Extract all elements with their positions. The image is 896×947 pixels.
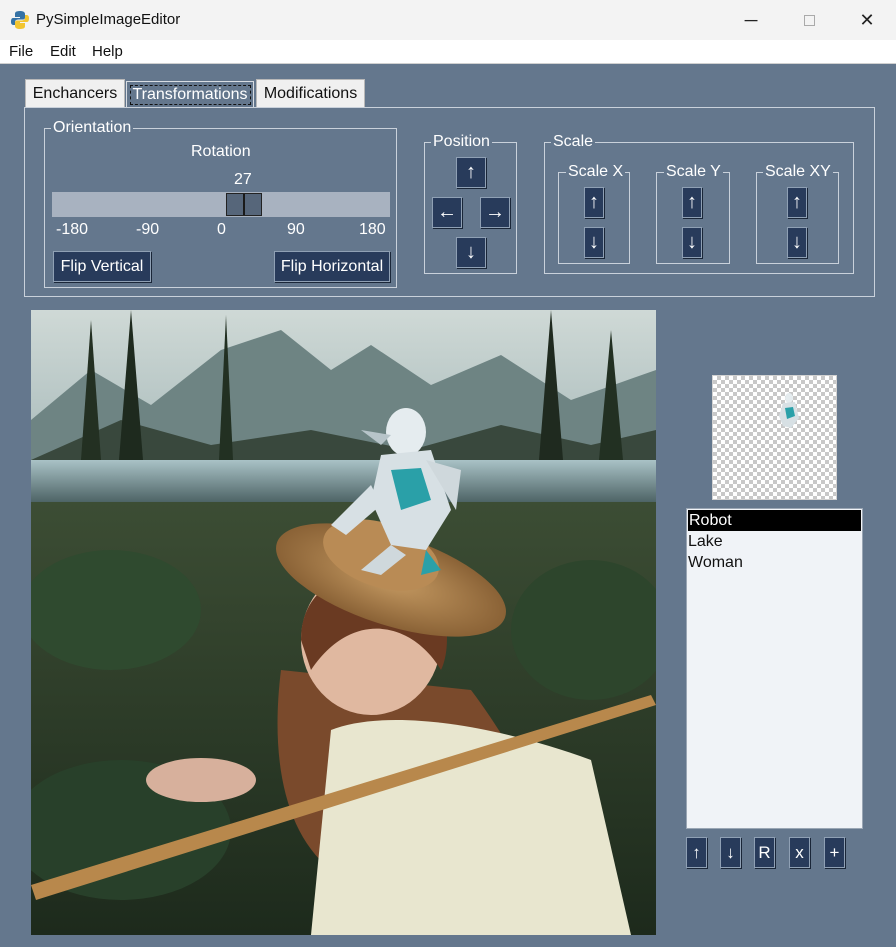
layer-up-button[interactable]: ↑ bbox=[686, 837, 707, 868]
move-right-button[interactable]: → bbox=[480, 197, 510, 228]
woman-layer bbox=[31, 502, 656, 935]
rotation-label: Rotation bbox=[191, 143, 251, 160]
minimize-button[interactable]: ─ bbox=[722, 0, 780, 40]
tick-label: 0 bbox=[217, 221, 226, 238]
tick-label: 180 bbox=[359, 221, 386, 238]
robot-thumbnail bbox=[779, 393, 799, 428]
layer-item-robot[interactable]: Robot bbox=[688, 510, 861, 531]
python-app-icon bbox=[11, 11, 29, 29]
layer-rename-button[interactable]: R bbox=[754, 837, 775, 868]
tick-label: -180 bbox=[56, 221, 89, 238]
scale-y-up-button[interactable]: ↑ bbox=[682, 187, 702, 218]
menu-help[interactable]: Help bbox=[92, 43, 123, 60]
title-bar: PySimpleImageEditor ─ ✕ bbox=[0, 0, 896, 40]
scale-xy-up-button[interactable]: ↑ bbox=[787, 187, 807, 218]
tab-modifications[interactable]: Modifications bbox=[256, 79, 365, 108]
scale-x-label: Scale X bbox=[566, 163, 626, 181]
rotation-slider-handle[interactable] bbox=[226, 193, 262, 216]
window-title: PySimpleImageEditor bbox=[36, 11, 181, 28]
menu-bar: File Edit Help bbox=[0, 40, 896, 64]
flip-vertical-button[interactable]: Flip Vertical bbox=[53, 251, 151, 282]
layer-add-button[interactable]: + bbox=[824, 837, 845, 868]
image-canvas[interactable] bbox=[31, 310, 656, 935]
scale-xy-down-button[interactable]: ↓ bbox=[787, 227, 807, 258]
scale-frame-label: Scale bbox=[551, 133, 596, 151]
layer-preview bbox=[712, 375, 837, 500]
orientation-frame-label: Orientation bbox=[51, 119, 134, 137]
tab-enchancers-label: Enchancers bbox=[32, 85, 118, 102]
layer-item-lake[interactable]: Lake bbox=[687, 531, 862, 552]
tab-transformations[interactable]: Transformations bbox=[126, 81, 254, 108]
scale-x-up-button[interactable]: ↑ bbox=[584, 187, 604, 218]
scale-y-label: Scale Y bbox=[664, 163, 723, 181]
layer-item-woman[interactable]: Woman bbox=[687, 552, 862, 573]
close-button[interactable]: ✕ bbox=[838, 0, 896, 40]
layer-down-button[interactable]: ↓ bbox=[720, 837, 741, 868]
move-up-button[interactable]: ↑ bbox=[456, 157, 486, 188]
move-down-button[interactable]: ↓ bbox=[456, 237, 486, 268]
tab-transformations-label: Transformations bbox=[129, 85, 251, 105]
scale-y-down-button[interactable]: ↓ bbox=[682, 227, 702, 258]
scale-x-down-button[interactable]: ↓ bbox=[584, 227, 604, 258]
tick-label: 90 bbox=[287, 221, 305, 238]
menu-file[interactable]: File bbox=[9, 43, 33, 60]
tick-label: -90 bbox=[136, 221, 160, 238]
maximize-icon bbox=[803, 14, 815, 26]
flip-horizontal-button[interactable]: Flip Horizontal bbox=[274, 251, 390, 282]
position-frame-label: Position bbox=[431, 133, 492, 151]
tab-modifications-label: Modifications bbox=[263, 85, 358, 102]
menu-edit[interactable]: Edit bbox=[50, 43, 76, 60]
rotation-slider[interactable] bbox=[52, 192, 390, 217]
move-left-button[interactable]: ← bbox=[432, 197, 462, 228]
rotation-value: 27 bbox=[234, 171, 252, 188]
layers-list[interactable]: Robot Lake Woman bbox=[686, 508, 863, 829]
maximize-button[interactable] bbox=[780, 0, 838, 40]
tab-enchancers[interactable]: Enchancers bbox=[25, 79, 125, 108]
minimize-icon: ─ bbox=[744, 9, 758, 30]
lake-layer bbox=[31, 310, 656, 502]
layer-delete-button[interactable]: x bbox=[789, 837, 810, 868]
scale-xy-label: Scale XY bbox=[763, 163, 833, 181]
close-icon: ✕ bbox=[859, 9, 875, 30]
